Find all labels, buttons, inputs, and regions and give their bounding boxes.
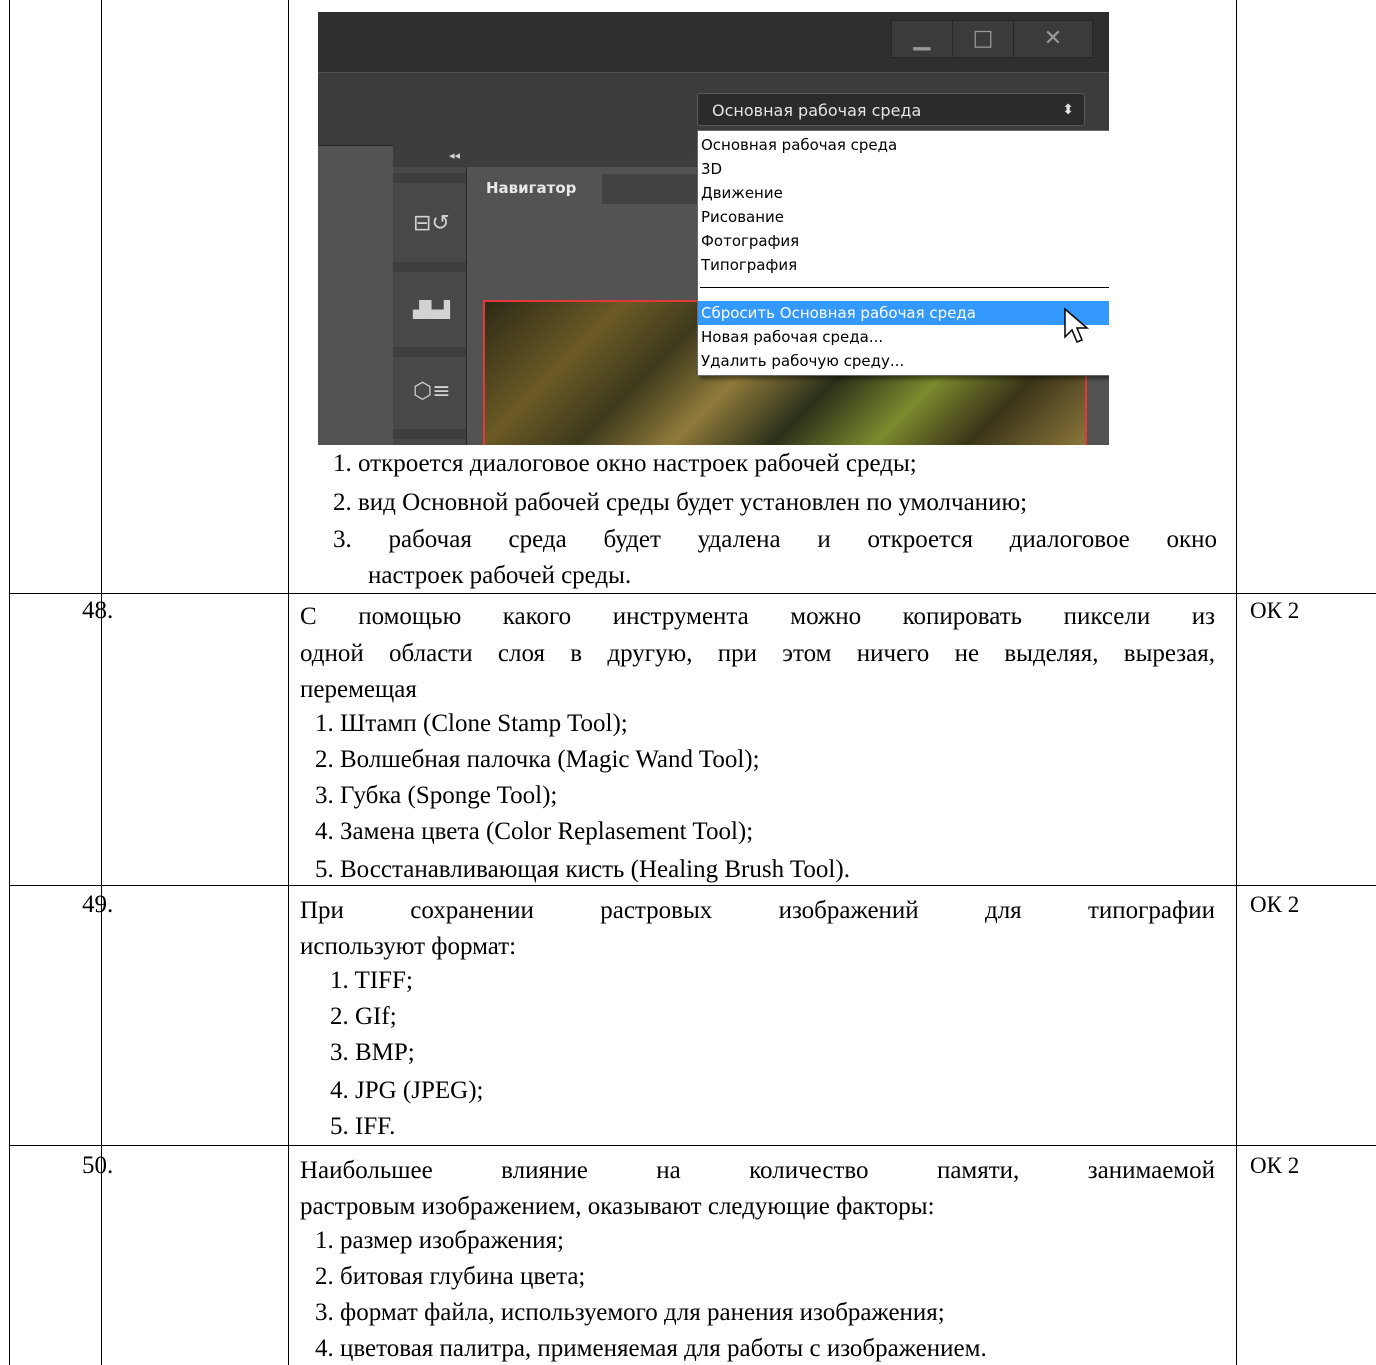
answer-option: 3. BMP; <box>330 1039 415 1066</box>
question-text: одной области слоя в другую, при этом ни… <box>300 640 1215 667</box>
minimize-button[interactable]: ▁ <box>891 20 953 58</box>
tab-navigator[interactable]: Навигатор <box>476 174 602 210</box>
answer-option: 1. размер изображения; <box>315 1227 564 1254</box>
answer-option: 4. цветовая палитра, применяемая для раб… <box>315 1335 987 1362</box>
menu-item-delete-workspace[interactable]: Удалить рабочую среду... <box>698 349 1109 373</box>
collapse-arrows-icon: ◂◂ <box>449 149 461 162</box>
menu-item-essentials[interactable]: Основная рабочая среда <box>698 133 1109 157</box>
levels-icon[interactable]: ▟▙▟ <box>413 295 450 325</box>
question-number: 49. <box>82 891 114 918</box>
menu-item-3d[interactable]: 3D <box>698 157 1109 181</box>
workspace-select[interactable]: Основная рабочая среда ⬍ <box>697 93 1085 126</box>
table-border-left <box>9 0 10 1365</box>
menu-item-motion[interactable]: Движение <box>698 181 1109 205</box>
question-number: 50. <box>82 1152 114 1179</box>
question-text: растровым изображением, оказывают следую… <box>300 1193 935 1220</box>
q47-option-2: 2. вид Основной рабочей среды будет уста… <box>333 489 1028 516</box>
dock-grip[interactable] <box>393 429 466 439</box>
history-icon[interactable]: ⊟↺ <box>413 209 450 239</box>
competency-code: ОК 2 <box>1250 1153 1300 1178</box>
close-button[interactable]: ✕ <box>1013 20 1093 58</box>
panel-collapse-bar[interactable]: ◂◂ <box>393 145 733 167</box>
q47-option-3: 3. рабочая среда будет удалена и откроет… <box>333 526 1217 553</box>
menu-item-new-workspace[interactable]: Новая рабочая среда... <box>698 325 1109 349</box>
3d-icon[interactable]: ⬡≡ <box>413 377 451 407</box>
answer-option: 2. GIf; <box>330 1003 397 1030</box>
table-border-col3 <box>1236 0 1237 1365</box>
row-divider-48 <box>9 593 1376 594</box>
answer-option: 1. Штамп (Clone Stamp Tool); <box>315 710 628 737</box>
row-divider-50 <box>9 1145 1376 1146</box>
workspace-dropdown-menu: Основная рабочая среда 3D Движение Рисов… <box>697 130 1109 376</box>
question-number: 48. <box>82 597 114 624</box>
question-text: перемещая <box>300 676 417 703</box>
q47-option-1: 1. откроется диалоговое окно настроек ра… <box>333 450 917 477</box>
photoshop-screenshot: ▁ □ ✕ Основная рабочая среда ⬍ ◂◂ ⊟↺ ▟▙▟… <box>318 12 1109 445</box>
maximize-button[interactable]: □ <box>952 20 1014 58</box>
row-divider-49 <box>9 885 1376 886</box>
answer-option: 4. JPG (JPEG); <box>330 1077 484 1104</box>
menu-item-typography[interactable]: Типография <box>698 253 1109 277</box>
question-text: При сохранении растровых изображений для… <box>300 897 1215 924</box>
dock-grip[interactable] <box>393 347 466 357</box>
answer-option: 5. Восстанавливающая кисть (Healing Brus… <box>315 856 850 883</box>
answer-option: 3. Губка (Sponge Tool); <box>315 782 558 809</box>
table-border-col2 <box>288 0 289 1365</box>
answer-option: 1. TIFF; <box>330 967 413 994</box>
answer-option: 4. Замена цвета (Color Replasement Tool)… <box>315 818 754 845</box>
panel-dock: ⊟↺ ▟▙▟ ⬡≡ <box>393 167 467 445</box>
question-text: Наибольшее влияние на количество памяти,… <box>300 1157 1215 1184</box>
select-arrows-icon: ⬍ <box>1062 102 1074 118</box>
menu-item-reset-workspace[interactable]: Сбросить Основная рабочая среда <box>698 301 1109 325</box>
answer-option: 5. IFF. <box>330 1113 396 1140</box>
dock-grip[interactable] <box>393 262 466 272</box>
menu-separator <box>700 287 1109 288</box>
window-titlebar: ▁ □ ✕ <box>318 12 1109 72</box>
dock-grip[interactable] <box>393 173 466 183</box>
answer-option: 2. Волшебная палочка (Magic Wand Tool); <box>315 746 760 773</box>
answer-option: 2. битовая глубина цвета; <box>315 1263 586 1290</box>
question-text: используют формат: <box>300 933 517 960</box>
menu-item-painting[interactable]: Рисование <box>698 205 1109 229</box>
q47-option-3-cont: настроек рабочей среды. <box>368 562 632 589</box>
competency-code: ОК 2 <box>1250 598 1300 623</box>
question-text: С помощью какого инструмента можно копир… <box>300 603 1215 630</box>
menu-item-photography[interactable]: Фотография <box>698 229 1109 253</box>
competency-code: ОК 2 <box>1250 892 1300 917</box>
answer-option: 3. формат файла, используемого для ранен… <box>315 1299 945 1326</box>
workspace-select-value: Основная рабочая среда <box>712 101 922 120</box>
mouse-cursor-icon <box>1064 307 1090 343</box>
